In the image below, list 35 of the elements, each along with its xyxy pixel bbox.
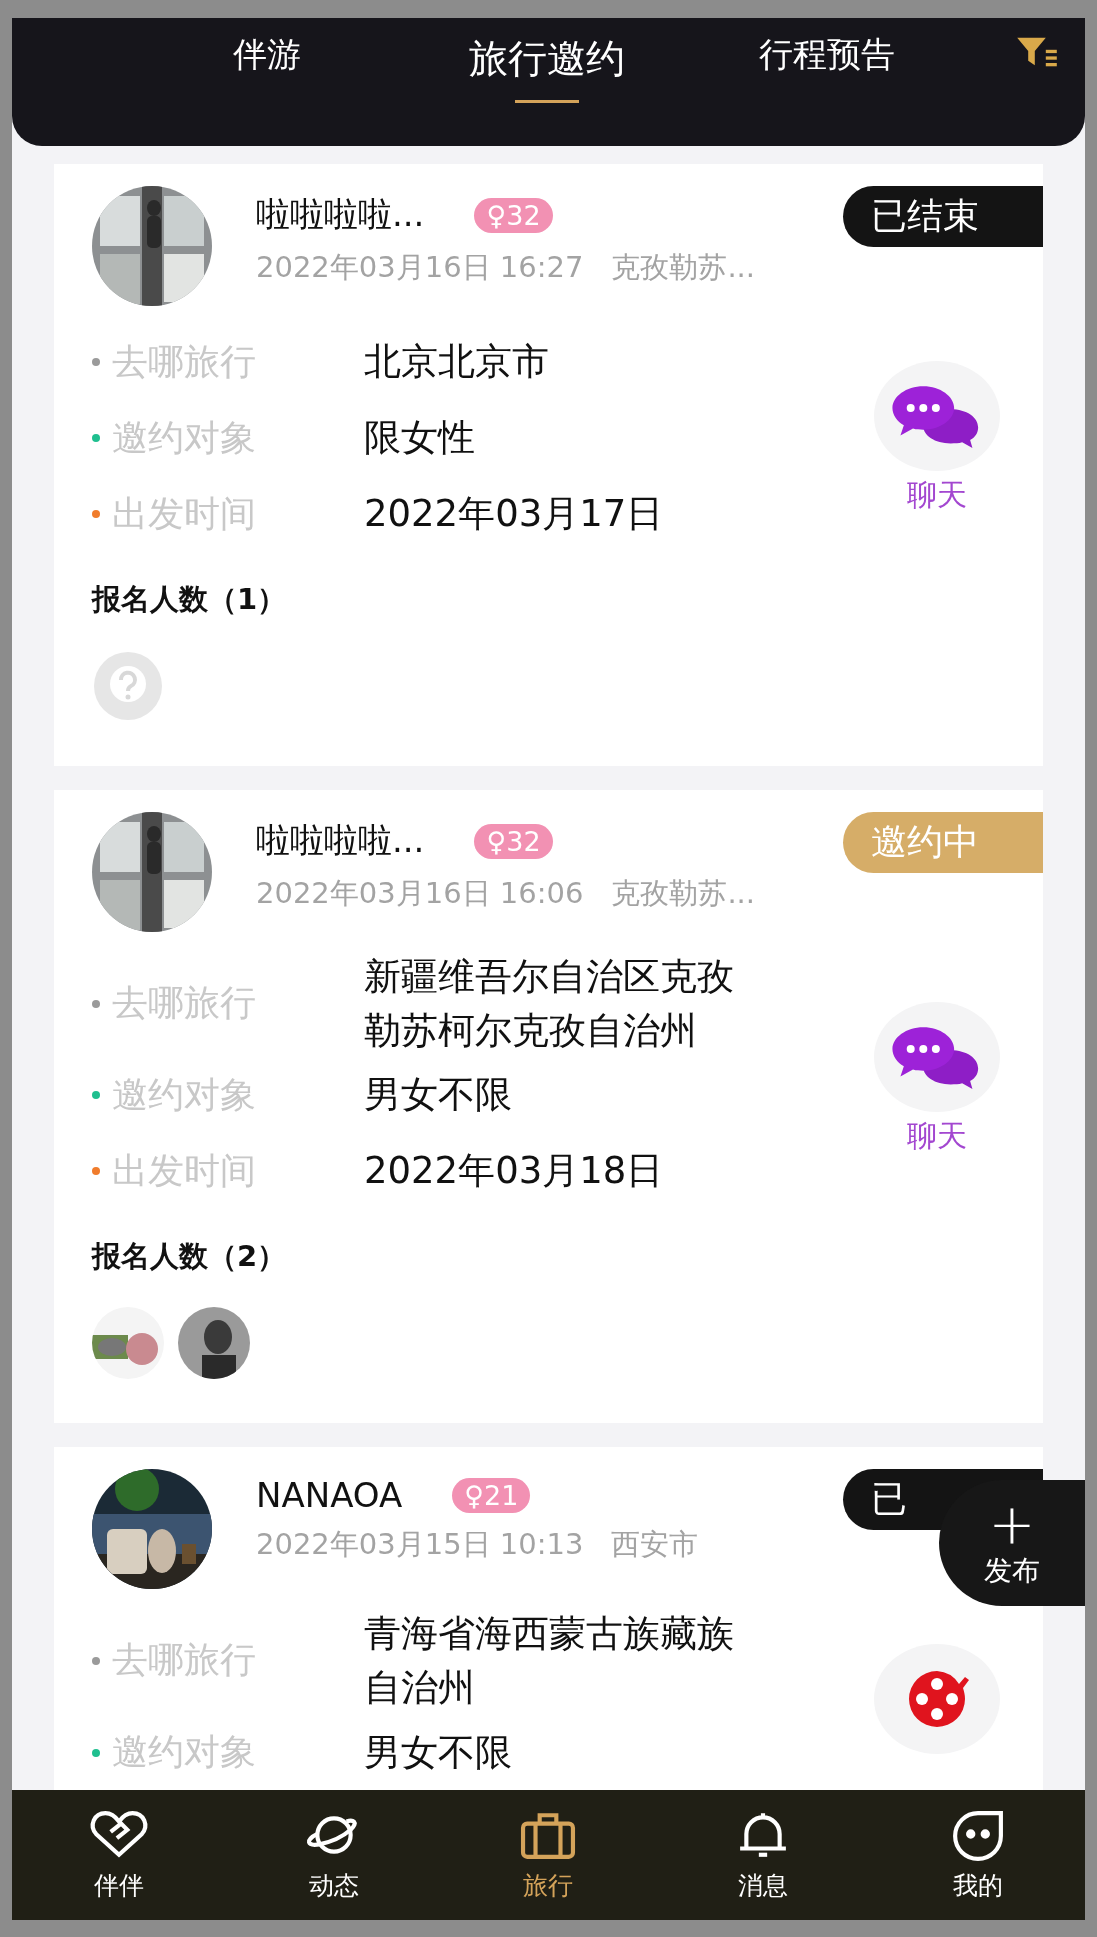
- floating-publish-button[interactable]: + 发布: [939, 1480, 1085, 1606]
- location-text: 西安市: [611, 1526, 699, 1564]
- post-time: 2022年03月15日 10:13: [256, 1526, 584, 1564]
- signup-count: 报名人数（2）: [92, 1238, 288, 1276]
- status-tag: 邀约中: [843, 812, 1043, 873]
- field-value: 2022年03月17日: [364, 491, 665, 538]
- field-value: 限女性: [364, 415, 476, 462]
- field-value: 男女不限: [364, 1072, 513, 1119]
- nav-tab[interactable]: 我的: [907, 1808, 1048, 1902]
- signup-count: 报名人数（1）: [92, 581, 288, 618]
- location-text: 克孜勒苏...: [611, 249, 756, 286]
- nav-tab[interactable]: 动态: [263, 1808, 404, 1902]
- user-name: 啦啦啦啦...: [256, 819, 425, 862]
- age-badge: ♀21: [452, 1477, 531, 1513]
- field-value: 北京北京市: [364, 339, 550, 386]
- user-name: NANAOA: [256, 1475, 403, 1516]
- post-time: 2022年03月16日 16:27: [256, 249, 584, 286]
- field-value: 青海省海西蒙古族藏族自治州: [364, 1611, 735, 1711]
- location-text: 克孜勒苏...: [611, 875, 756, 912]
- chat-label[interactable]: 聊天: [907, 1116, 967, 1158]
- field-value: 男女不限: [364, 1729, 513, 1776]
- top-tab[interactable]: 旅行邀约: [432, 32, 662, 103]
- post-time: 2022年03月16日 16:06: [256, 875, 584, 912]
- nav-tab[interactable]: 旅行: [478, 1808, 619, 1902]
- field-value: 新疆维吾尔自治区克孜勒苏柯尔克孜自治州: [364, 954, 735, 1054]
- chat-label[interactable]: 聊天: [907, 474, 967, 516]
- top-tab[interactable]: 伴游: [152, 32, 382, 95]
- nav-tab[interactable]: 伴伴: [49, 1808, 190, 1902]
- field-value: 2022年03月18日: [364, 1148, 665, 1195]
- age-badge: ♀32: [474, 823, 553, 859]
- age-badge: ♀32: [474, 197, 553, 233]
- nav-tab[interactable]: 消息: [693, 1808, 834, 1902]
- status-tag: 已结束: [843, 186, 1043, 247]
- user-name: 啦啦啦啦...: [256, 193, 425, 236]
- top-tab[interactable]: 行程预告: [712, 32, 942, 95]
